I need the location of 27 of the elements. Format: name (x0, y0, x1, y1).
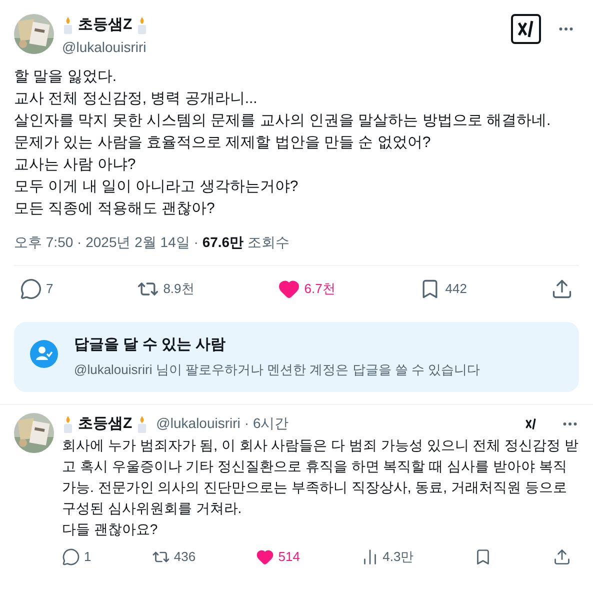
notice-text: @lukalouisriri 님이 팔로우하거나 멘션한 계정은 답글을 쓸 수 있습니다 (74, 361, 480, 379)
reply-text: 다들 괜찮아요? (62, 520, 159, 539)
post-time: 오후 7:50 · 2025년 2월 14일 · (14, 234, 200, 250)
like-button[interactable]: 6.7천 (278, 278, 336, 300)
notice-title: 답글을 달 수 있는 사람 (74, 334, 227, 354)
post-text: 할 말을 잃었다. (14, 66, 118, 86)
post-text: 모든 직종에 적용해도 괜찮아? (14, 198, 216, 218)
reply-time: · 6시간 (244, 414, 289, 434)
views-label: 조회수 (246, 234, 290, 250)
author-name[interactable]: 초등샘Z (78, 412, 132, 435)
author-handle[interactable]: @lukalouisriri (156, 413, 240, 434)
like-button[interactable]: 514 (256, 547, 300, 567)
post-text: 모두 이게 내 일이 아니라고 생각하는거야? (14, 176, 300, 196)
view-count: 67.6만 (202, 234, 244, 250)
repost-button[interactable]: 8.9천 (137, 278, 194, 300)
reply-button[interactable]: 7 (20, 278, 54, 300)
author-handle[interactable]: @lukalouisriri (62, 36, 503, 58)
author-name[interactable]: 초등샘Z (78, 14, 132, 36)
reply-button[interactable]: 1 (62, 547, 92, 567)
post-text: 교사 전체 정신감정, 병력 공개라니... (14, 88, 258, 108)
post-text: 교사는 사람 아냐? (14, 154, 137, 174)
bookmark-button[interactable]: 442 (419, 278, 467, 300)
repost-button[interactable]: 436 (152, 547, 196, 567)
views-button[interactable]: 4.3만 (360, 547, 414, 567)
post-text: 문제가 있는 사람을 효율적으로 제제할 법안을 만들 순 없었어? (14, 132, 432, 152)
post-text: 살인자를 막지 못한 시스템의 문제를 교사의 인권을 말살하는 방법으로 해결하네. (14, 110, 552, 130)
reply-text: 회사에 누가 범죄자가 됨, 이 회사 사람들은 다 범죄 가능성 있으니 전체 정신감정 받고 혹시 우울증이나 기타 정신질환으로 휴직을 하면 복직할 때 심사를 받아야 복직 가능. 전문가인 의사의 진단만으로는 부족하니 직장상사, 동료, 거래처직원 등으로 구성된 심사위원회를 거쳐라. (62, 436, 579, 518)
